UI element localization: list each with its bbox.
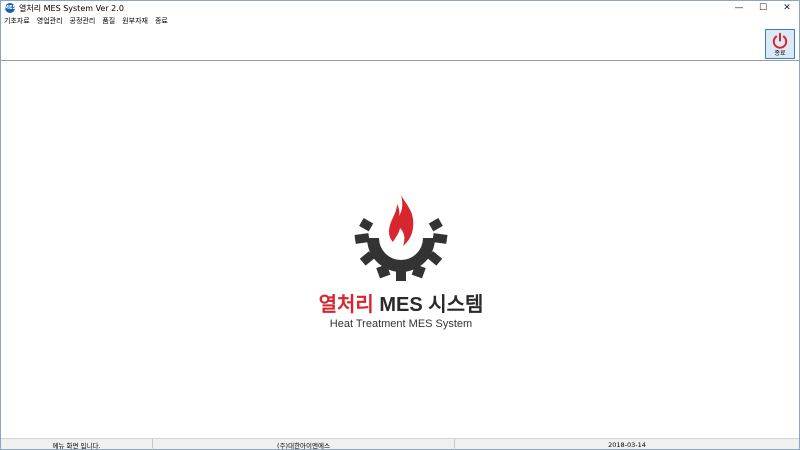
title-bar[interactable]: MES 열처리 MES System Ver 2.0 — ☐ ✕ — [1, 1, 799, 15]
toolbar: 종료 — [1, 27, 799, 61]
app-icon-label: MES — [4, 4, 16, 11]
menu-item-basic-data[interactable]: 기초자료 — [4, 16, 30, 26]
minimize-button[interactable]: — — [727, 1, 751, 15]
logo-title-dark: MES 시스템 — [379, 294, 484, 316]
menu-item-sales[interactable]: 영업관리 — [37, 16, 63, 26]
main-area: 열처리 MES 시스템 Heat Treatment MES System — [1, 62, 799, 438]
flame-shape — [389, 195, 414, 246]
power-icon — [772, 32, 788, 49]
exit-button-label: 종료 — [774, 49, 786, 57]
status-date: 2018-03-14 — [608, 440, 646, 449]
maximize-button[interactable]: ☐ — [751, 1, 775, 15]
logo-subtitle: Heat Treatment MES System — [329, 318, 473, 330]
status-bar: 메뉴 화면 입니다. (주)대한아이엔에스 2018-03-14 — [1, 438, 799, 450]
logo-title-red: 열처리 — [318, 294, 374, 316]
app-window: MES 열처리 MES System Ver 2.0 — ☐ ✕ 기초자료 영업… — [0, 0, 800, 450]
logo-title: 열처리 MES 시스템 — [301, 288, 501, 317]
close-button[interactable]: ✕ — [775, 1, 799, 15]
window-title: 열처리 MES System Ver 2.0 — [19, 3, 124, 13]
menu-item-materials[interactable]: 원부자재 — [122, 16, 148, 26]
menu-item-process[interactable]: 공정관리 — [70, 16, 96, 26]
exit-button[interactable]: 종료 — [765, 29, 795, 59]
app-icon: MES — [4, 3, 16, 13]
status-message: 메뉴 화면 입니다. — [1, 439, 153, 450]
gear-flame-icon — [354, 195, 448, 281]
menu-bar: 기초자료 영업관리 공정관리 품질 원부자재 종료 — [1, 15, 799, 27]
menu-item-exit[interactable]: 종료 — [155, 16, 168, 26]
status-company: (주)대한아이엔에스 — [153, 439, 455, 450]
menu-item-quality[interactable]: 품질 — [102, 16, 115, 26]
logo: 열처리 MES 시스템 Heat Treatment MES System — [301, 192, 501, 342]
window-controls: — ☐ ✕ — [727, 1, 799, 15]
